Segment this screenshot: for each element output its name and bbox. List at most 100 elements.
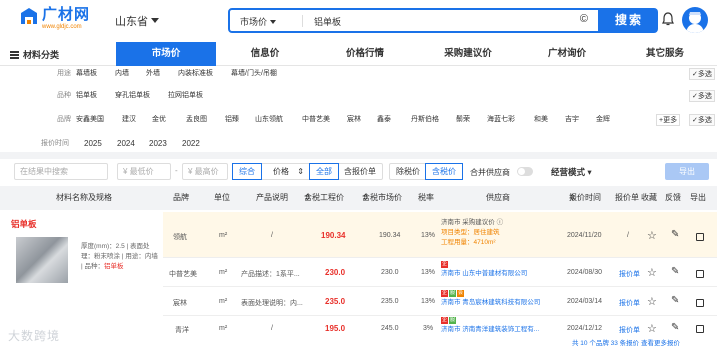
filter-option[interactable]: 金辉	[596, 112, 610, 128]
image-search-icon[interactable]: ©	[580, 13, 588, 25]
filter-option[interactable]: 和美	[534, 112, 548, 128]
filter-option[interactable]: 海蓝七彩	[487, 112, 515, 128]
year-option[interactable]: 2022	[182, 137, 200, 151]
province-selector[interactable]: 山东省	[115, 13, 159, 29]
table-header: 材料名称及规格 品牌 单位 产品说明 含税工程价 ⇕ 含税市场价 ⇕ 税率 供应商 …	[0, 186, 717, 210]
filter-label: 报价时间	[41, 140, 69, 147]
scope-with-quote[interactable]: 含报价单	[338, 164, 382, 179]
nav-info-price[interactable]: 信息价	[232, 42, 298, 66]
col-eng-price[interactable]: 含税工程价 ⇕	[304, 186, 344, 210]
star-icon[interactable]: ☆	[647, 295, 657, 308]
nav-inquiry[interactable]: 广材询价	[534, 42, 600, 66]
star-icon[interactable]: ☆	[647, 229, 657, 242]
more-quotes-link[interactable]: 共 10 个品牌 33 条报价 查看更多报价	[572, 337, 680, 347]
table-row[interactable]: 领航 m² / 190.34 190.34 13% 济南市 采购建议价 ⓘ 项目…	[163, 212, 717, 258]
product-image[interactable]	[16, 237, 68, 283]
star-icon[interactable]: ☆	[647, 322, 657, 335]
star-icon[interactable]: ☆	[647, 266, 657, 279]
merge-suppliers-toggle[interactable]	[517, 167, 533, 176]
filter-option[interactable]: 幕墙/门头/吊棚	[231, 66, 277, 82]
multi-select-button[interactable]: ✓多选	[689, 114, 715, 126]
filter-option[interactable]: 建汉	[122, 112, 136, 128]
sort-comprehensive[interactable]: 综合	[232, 163, 262, 180]
material-category-menu[interactable]: 材料分类	[10, 48, 59, 61]
export-checkbox[interactable]	[696, 233, 704, 241]
filter-option[interactable]: 孟良图	[186, 112, 207, 128]
nav-other-services[interactable]: 其它服务	[632, 42, 698, 66]
filter-option[interactable]: 铝臻	[225, 112, 239, 128]
product-spec: 厚度(mm)：2.5 | 表面处理：粉末喷涂 | 用途：内墙 | 品种：铝单板	[81, 243, 158, 270]
avatar[interactable]	[682, 7, 708, 33]
filter-option[interactable]: 丹斯伯格	[411, 112, 439, 128]
tax-excluded[interactable]: 除税价	[390, 164, 426, 179]
filter-option[interactable]: 鬃荣	[456, 112, 470, 128]
search-type-select[interactable]: 市场价	[240, 15, 277, 28]
quote-sheet-link[interactable]: 报价单	[619, 298, 640, 308]
table-row[interactable]: 青洋 m² / 195.0 245.0 3% 企服 济南市 济南青洋建筑装饰工程…	[163, 316, 717, 338]
logo-name: 广材网	[42, 6, 91, 23]
filter-option[interactable]: 拉网铝单板	[168, 88, 203, 104]
quote-sheet-link[interactable]: 报价单	[619, 325, 640, 335]
filter-option[interactable]: 安鑫美国	[76, 112, 104, 128]
filter-option[interactable]: 金优	[152, 112, 166, 128]
user-icon	[686, 12, 704, 33]
table-row[interactable]: 宸林 m² 表面处理说明：内... 235.0 235.0 13% 企服会 济南…	[163, 287, 717, 316]
filter-option[interactable]: 中普艺美	[302, 112, 330, 128]
supplier[interactable]: 企服 济南市 济南青洋建筑装饰工程有...	[441, 316, 539, 334]
quote-date: 2024/12/12	[567, 325, 603, 332]
nav-market-price[interactable]: 市场价	[116, 42, 216, 66]
filter-option[interactable]: 幕墙板	[76, 66, 97, 82]
multi-select-button[interactable]: ✓多选	[689, 90, 715, 102]
bell-icon[interactable]	[662, 12, 674, 26]
col-mkt-price[interactable]: 含税市场价 ⇕	[362, 186, 402, 210]
filter-option[interactable]: 宸林	[347, 112, 361, 128]
verified-badge-icon: 企	[441, 261, 448, 268]
scope-all[interactable]: 全部	[309, 163, 339, 180]
edit-icon[interactable]: ✎	[671, 295, 679, 306]
filter-option[interactable]: 吉宇	[565, 112, 579, 128]
description: 产品描述：1系平...	[241, 271, 300, 278]
search-button[interactable]: 搜索	[600, 8, 658, 33]
year-option[interactable]: 2025	[84, 137, 102, 151]
search-input[interactable]: 铝单板	[314, 15, 341, 28]
export-button[interactable]: 导出	[665, 163, 709, 180]
edit-icon[interactable]: ✎	[671, 229, 679, 240]
business-mode-select[interactable]: 经营模式 ▾	[551, 166, 592, 178]
quote-sheet: /	[627, 232, 629, 239]
filter-option[interactable]: 山东领航	[255, 112, 283, 128]
export-checkbox[interactable]	[696, 270, 704, 278]
export-checkbox[interactable]	[696, 299, 704, 307]
mkt-price: 190.34	[379, 232, 401, 239]
min-price-input[interactable]: ¥ 最低价	[117, 163, 171, 180]
quote-date: 2024/08/30	[567, 269, 603, 276]
filter-option[interactable]: 穿孔铝单板	[115, 88, 150, 104]
year-option[interactable]: 2023	[149, 137, 167, 151]
product-name[interactable]: 铝单板	[11, 218, 163, 230]
site-logo[interactable]: 广材网 www.gldjc.com	[18, 6, 90, 31]
sort-price[interactable]: 价格 ⇕	[261, 164, 310, 179]
table-row[interactable]: 中普艺美 m² 产品描述：1系平... 230.0 230.0 13% 企 济南…	[163, 258, 717, 287]
filter-option[interactable]: 铝单板	[76, 88, 97, 104]
supplier[interactable]: 济南市 采购建议价 ⓘ 项目类型：居住建筑 工程用量：4710m²	[441, 218, 503, 248]
col-date[interactable]: 报价时间 ⇕	[569, 186, 601, 210]
filter-option[interactable]: 内装标准板	[178, 66, 213, 82]
supplier[interactable]: 企 济南市 山东中普建材有限公司	[441, 260, 527, 278]
nav-price-trend[interactable]: 价格行情	[332, 42, 398, 66]
year-option[interactable]: 2024	[117, 137, 135, 151]
nav-purchase-suggest[interactable]: 采购建议价	[428, 42, 508, 66]
filter-label: 用途	[57, 70, 71, 77]
more-button[interactable]: +更多	[656, 114, 681, 126]
tax-included[interactable]: 含税价	[425, 163, 463, 180]
result-search-input[interactable]: 在结果中搜索	[14, 163, 108, 180]
export-checkbox[interactable]	[696, 325, 704, 333]
filter-option[interactable]: 鑫泰	[377, 112, 391, 128]
quote-sheet-link[interactable]: 报价单	[619, 269, 640, 279]
edit-icon[interactable]: ✎	[671, 266, 679, 277]
filter-option[interactable]: 内墙	[115, 66, 129, 82]
filter-option[interactable]: 外墙	[146, 66, 160, 82]
multi-select-button[interactable]: ✓多选	[689, 68, 715, 80]
supplier[interactable]: 企服会 济南市 青岛宸林建筑科技有限公司	[441, 289, 540, 307]
edit-icon[interactable]: ✎	[671, 322, 679, 333]
eng-price: 235.0	[325, 297, 346, 306]
max-price-input[interactable]: ¥ 最高价	[182, 163, 228, 180]
